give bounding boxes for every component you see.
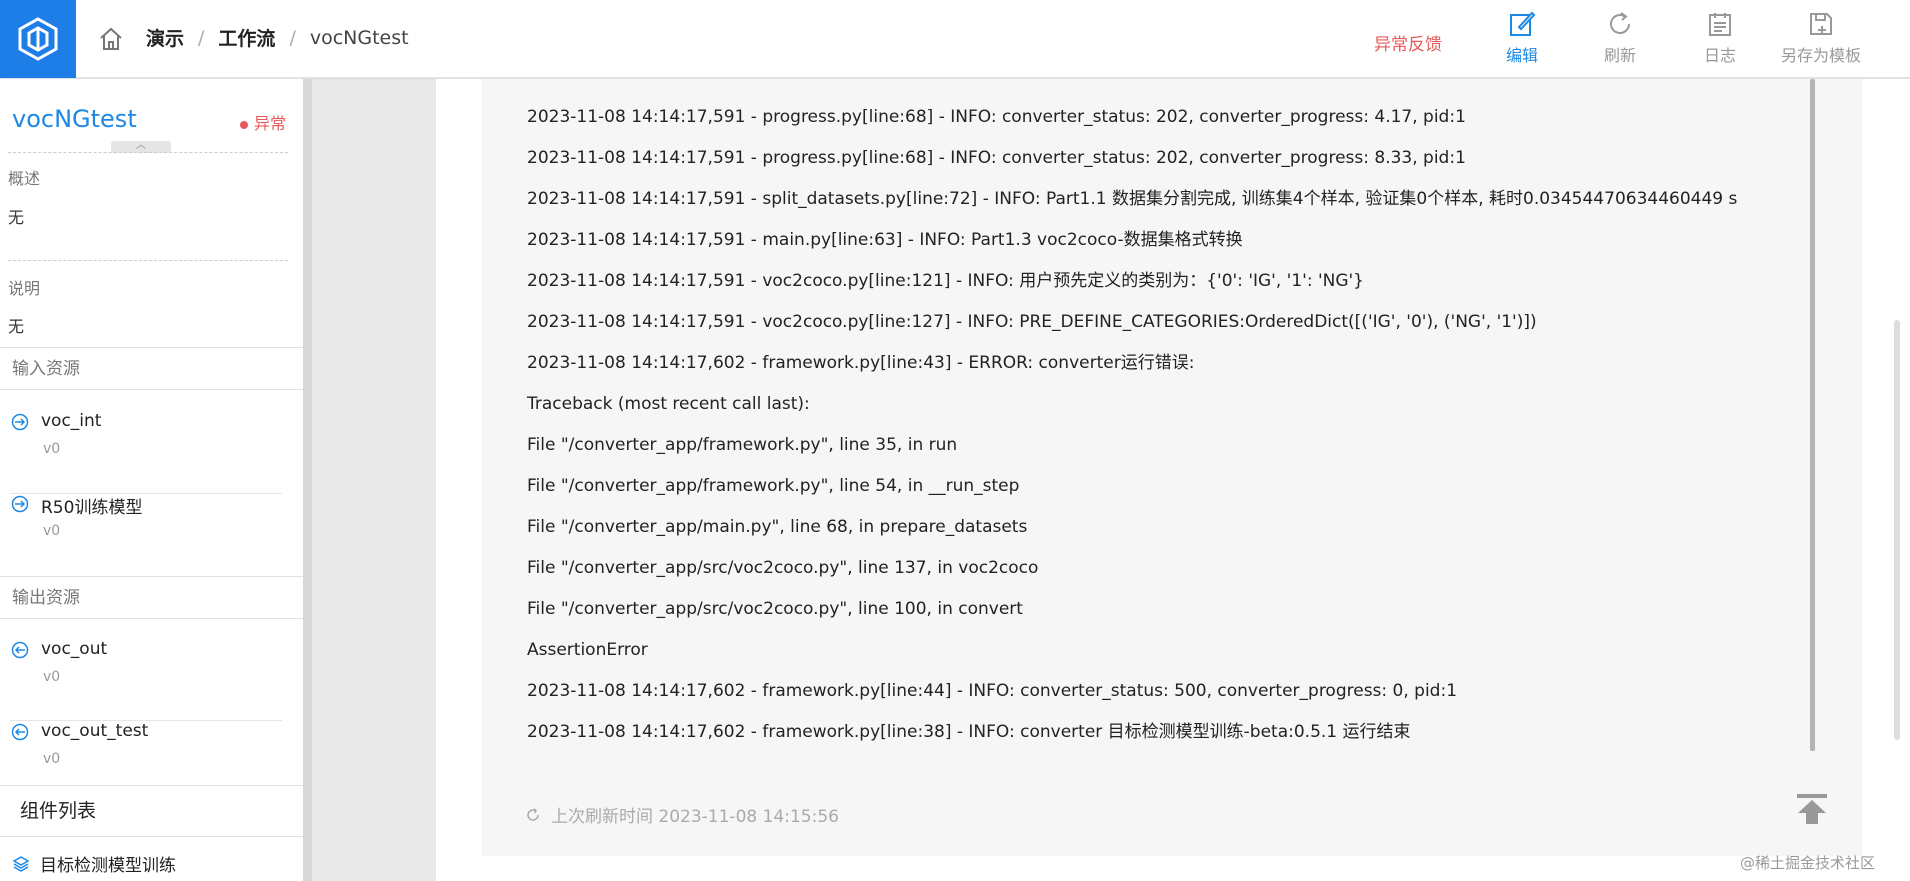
status-badge: 异常: [240, 110, 286, 134]
feedback-link[interactable]: 异常反馈: [1374, 30, 1442, 55]
component-name: 目标检测模型训练: [40, 856, 176, 876]
edit-label: 编辑: [1505, 46, 1538, 65]
log-button[interactable]: 日志: [1670, 10, 1770, 66]
sidebar-scrollbar[interactable]: [303, 79, 312, 881]
log-line: 2023-11-08 14:14:17,591 - voc2coco.py[li…: [527, 312, 1537, 332]
breadcrumb-current: vocNGtest: [309, 26, 409, 49]
edit-button[interactable]: 编辑: [1472, 10, 1572, 66]
log-line: 2023-11-08 14:14:17,602 - framework.py[l…: [527, 353, 1195, 373]
breadcrumb-workflow[interactable]: 工作流: [218, 24, 275, 51]
log-line: File "/converter_app/src/voc2coco.py", l…: [527, 558, 1039, 578]
output-arrow-icon: [11, 723, 29, 741]
app-logo[interactable]: [0, 0, 76, 78]
output-resources-header: 输出资源: [0, 576, 303, 619]
input-arrow-icon: [11, 495, 29, 513]
watermark-text: @稀土掘金技术社区: [1740, 854, 1876, 872]
input-resources-header: 输入资源: [0, 347, 303, 390]
output-resource-item[interactable]: voc_out v0: [0, 627, 303, 709]
breadcrumb-demo[interactable]: 演示: [146, 24, 184, 51]
log-line: 2023-11-08 14:14:17,602 - framework.py[l…: [527, 722, 1411, 742]
resource-name: voc_out_test: [41, 721, 149, 741]
save-template-button[interactable]: 另存为模板: [1771, 10, 1871, 66]
log-line: 2023-11-08 14:14:17,602 - framework.py[l…: [527, 681, 1458, 701]
log-icon: [1709, 13, 1731, 36]
resource-version: v0: [43, 669, 61, 685]
chevron-up-icon: ︿: [136, 140, 146, 151]
log-line: Traceback (most recent call last):: [527, 394, 810, 414]
log-line: 2023-11-08 14:14:17,591 - progress.py[li…: [527, 148, 1466, 168]
log-scrollbar[interactable]: [1810, 79, 1815, 751]
workflow-sidebar: vocNGtest 异常 ︿ 概述 无 说明 无 输入资源 voc_int v0…: [0, 79, 303, 881]
log-line: 2023-11-08 14:14:17,591 - main.py[line:6…: [527, 230, 1243, 250]
status-text: 异常: [254, 114, 287, 133]
log-line: File "/converter_app/main.py", line 68, …: [527, 517, 1028, 537]
resource-version: v0: [43, 751, 61, 767]
resource-name: voc_out: [41, 639, 108, 659]
overview-value: 无: [8, 208, 25, 227]
log-line: File "/converter_app/src/voc2coco.py", l…: [527, 599, 1023, 619]
refresh-button[interactable]: 刷新: [1570, 10, 1670, 66]
top-header: 演示 / 工作流 / vocNGtest 异常反馈 编辑 刷新 日志 另存为模板: [0, 0, 1910, 78]
description-label: 说明: [8, 279, 41, 298]
breadcrumb: 演示 / 工作流 / vocNGtest: [146, 24, 409, 51]
status-dot: [240, 120, 248, 129]
breadcrumb-separator: /: [198, 26, 205, 49]
breadcrumb-separator: /: [289, 26, 296, 49]
save-template-label: 另存为模板: [1780, 46, 1861, 65]
logo-icon: [18, 17, 58, 61]
input-arrow-icon: [11, 413, 29, 431]
resource-version: v0: [43, 523, 61, 539]
log-line: File "/converter_app/framework.py", line…: [527, 476, 1020, 496]
log-line: AssertionError: [527, 640, 648, 660]
save-template-icon: [1810, 13, 1832, 35]
loading-icon: [527, 807, 539, 821]
workflow-title: vocNGtest: [12, 105, 137, 133]
divider: [8, 152, 288, 153]
output-arrow-icon: [11, 641, 29, 659]
description-value: 无: [8, 317, 25, 336]
edit-icon: [1510, 11, 1536, 36]
divider: [8, 260, 288, 261]
home-icon[interactable]: [98, 26, 124, 52]
log-line: File "/converter_app/framework.py", line…: [527, 435, 958, 455]
back-to-top-icon[interactable]: [1794, 793, 1830, 825]
resource-name: R50训练模型: [41, 498, 143, 518]
layers-icon: [12, 855, 30, 872]
log-line: 2023-11-08 14:14:17,591 - voc2coco.py[li…: [527, 271, 1365, 291]
last-refresh-text: 上次刷新时间 2023-11-08 14:15:56: [551, 807, 839, 827]
page-scrollbar[interactable]: [1894, 320, 1900, 740]
input-resource-item[interactable]: R50训练模型 v0: [0, 481, 303, 563]
last-refresh-info: 上次刷新时间 2023-11-08 14:15:56: [525, 802, 839, 827]
resource-name: voc_int: [41, 411, 102, 431]
resource-version: v0: [43, 441, 61, 457]
log-line: 2023-11-08 14:14:17,591 - progress.py[li…: [527, 107, 1466, 127]
input-resource-item[interactable]: voc_int v0: [0, 399, 303, 481]
log-lines: 2023-11-08 14:14:17,591 - progress.py[li…: [527, 104, 1737, 760]
log-label: 日志: [1703, 46, 1736, 65]
output-resource-item[interactable]: voc_out_test v0: [0, 709, 303, 791]
refresh-icon: [1610, 12, 1630, 34]
component-list-header: 组件列表: [0, 785, 303, 837]
refresh-label: 刷新: [1603, 46, 1636, 65]
overview-label: 概述: [8, 169, 41, 188]
log-line: 2023-11-08 14:14:17,591 - split_datasets…: [527, 189, 1738, 209]
component-item[interactable]: 目标检测模型训练: [12, 851, 176, 876]
